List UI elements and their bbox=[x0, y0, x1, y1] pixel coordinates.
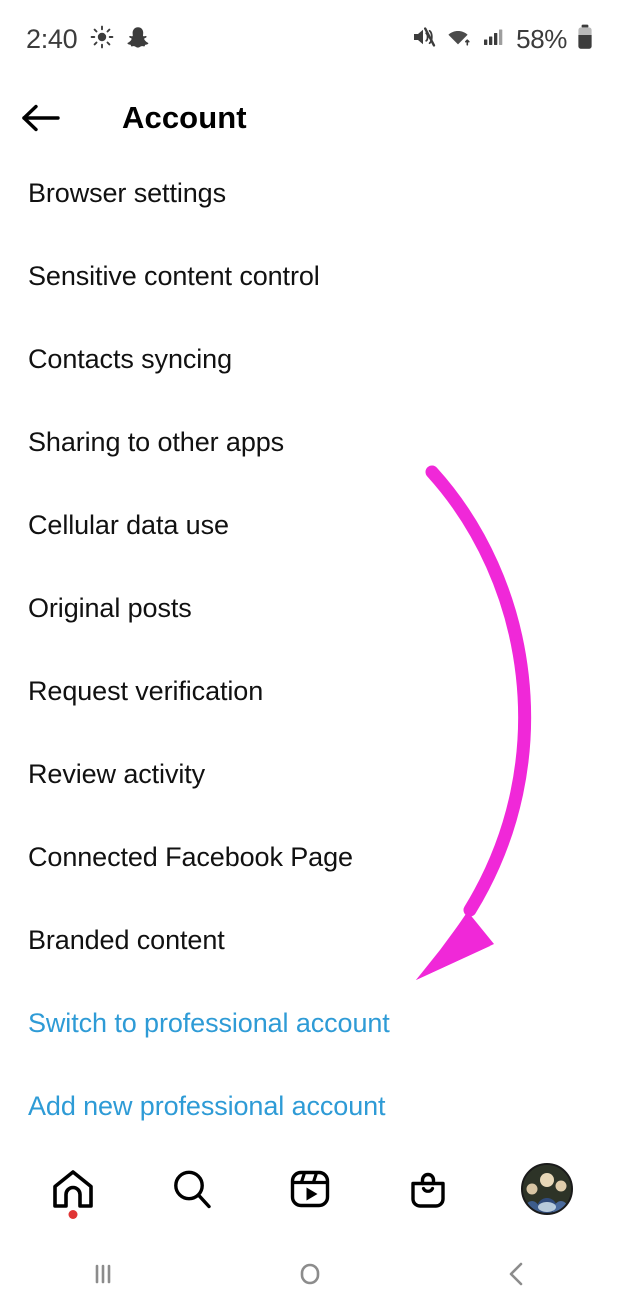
back-button[interactable] bbox=[0, 86, 74, 150]
status-bar-right: 58% bbox=[411, 24, 594, 55]
list-item-contacts-syncing[interactable]: Contacts syncing bbox=[0, 318, 620, 401]
battery-icon bbox=[576, 24, 594, 55]
arrow-left-icon bbox=[22, 104, 60, 132]
status-time: 2:40 bbox=[26, 23, 78, 54]
list-item-browser-settings[interactable]: Browser settings bbox=[0, 152, 620, 235]
list-item-add-new-professional-account[interactable]: Add new professional account bbox=[0, 1065, 620, 1148]
list-item-label: Sensitive content control bbox=[28, 261, 320, 291]
instagram-tab-bar bbox=[0, 1143, 620, 1235]
list-item-label: Switch to professional account bbox=[28, 1008, 390, 1038]
list-item-branded-content[interactable]: Branded content bbox=[0, 899, 620, 982]
recents-button[interactable] bbox=[28, 1239, 178, 1309]
list-item-label: Contacts syncing bbox=[28, 344, 232, 374]
status-bar: 2:40 58% bbox=[0, 0, 620, 78]
list-item-label: Request verification bbox=[28, 676, 264, 706]
list-item-label: Original posts bbox=[28, 593, 192, 623]
list-item-label: Review activity bbox=[28, 759, 206, 789]
chevron-left-icon bbox=[509, 1262, 522, 1286]
tab-profile[interactable] bbox=[503, 1145, 591, 1233]
tab-reels[interactable] bbox=[266, 1145, 354, 1233]
profile-avatar bbox=[520, 1163, 573, 1215]
snapchat-ghost-icon bbox=[127, 25, 149, 54]
app-header: Account bbox=[0, 86, 620, 150]
list-item-label: Connected Facebook Page bbox=[28, 842, 353, 872]
page-title: Account bbox=[122, 100, 247, 135]
list-item-cellular-data-use[interactable]: Cellular data use bbox=[0, 484, 620, 567]
list-item-review-activity[interactable]: Review activity bbox=[0, 733, 620, 816]
list-item-label: Add new professional account bbox=[28, 1091, 386, 1121]
tab-home[interactable] bbox=[29, 1145, 117, 1233]
list-item-label: Sharing to other apps bbox=[28, 427, 285, 457]
recents-icon bbox=[96, 1264, 111, 1284]
list-item-label: Branded content bbox=[28, 925, 225, 955]
search-icon bbox=[173, 1170, 211, 1209]
reels-icon bbox=[290, 1170, 330, 1208]
list-item-sensitive-content-control[interactable]: Sensitive content control bbox=[0, 235, 620, 318]
list-item-original-posts[interactable]: Original posts bbox=[0, 567, 620, 650]
list-item-label: Cellular data use bbox=[28, 510, 229, 540]
home-icon bbox=[53, 1170, 93, 1208]
status-bar-left: 2:40 bbox=[26, 25, 149, 54]
home-button[interactable] bbox=[235, 1239, 385, 1309]
list-item-switch-to-professional-account[interactable]: Switch to professional account bbox=[0, 982, 620, 1065]
volume-mute-icon bbox=[411, 25, 437, 54]
list-item-sharing-to-other-apps[interactable]: Sharing to other apps bbox=[0, 401, 620, 484]
phone-screen: 2:40 58% Account Browser settings Sensit… bbox=[0, 0, 620, 1309]
tab-search[interactable] bbox=[148, 1145, 236, 1233]
tab-shop[interactable] bbox=[384, 1145, 472, 1233]
battery-percentage-label: 58% bbox=[516, 24, 567, 54]
list-item-connected-facebook-page[interactable]: Connected Facebook Page bbox=[0, 816, 620, 899]
shop-bag-icon bbox=[411, 1172, 446, 1208]
system-navigation-bar bbox=[0, 1239, 620, 1309]
home-circle-icon bbox=[300, 1263, 320, 1285]
wifi-icon bbox=[446, 25, 472, 54]
list-item-request-verification[interactable]: Request verification bbox=[0, 650, 620, 733]
brightness-icon bbox=[90, 25, 114, 54]
back-nav-button[interactable] bbox=[442, 1239, 592, 1309]
settings-list: Browser settings Sensitive content contr… bbox=[0, 152, 620, 1148]
cellular-signal-icon bbox=[481, 25, 505, 54]
list-item-label: Browser settings bbox=[28, 178, 226, 208]
home-notification-badge bbox=[68, 1210, 78, 1219]
